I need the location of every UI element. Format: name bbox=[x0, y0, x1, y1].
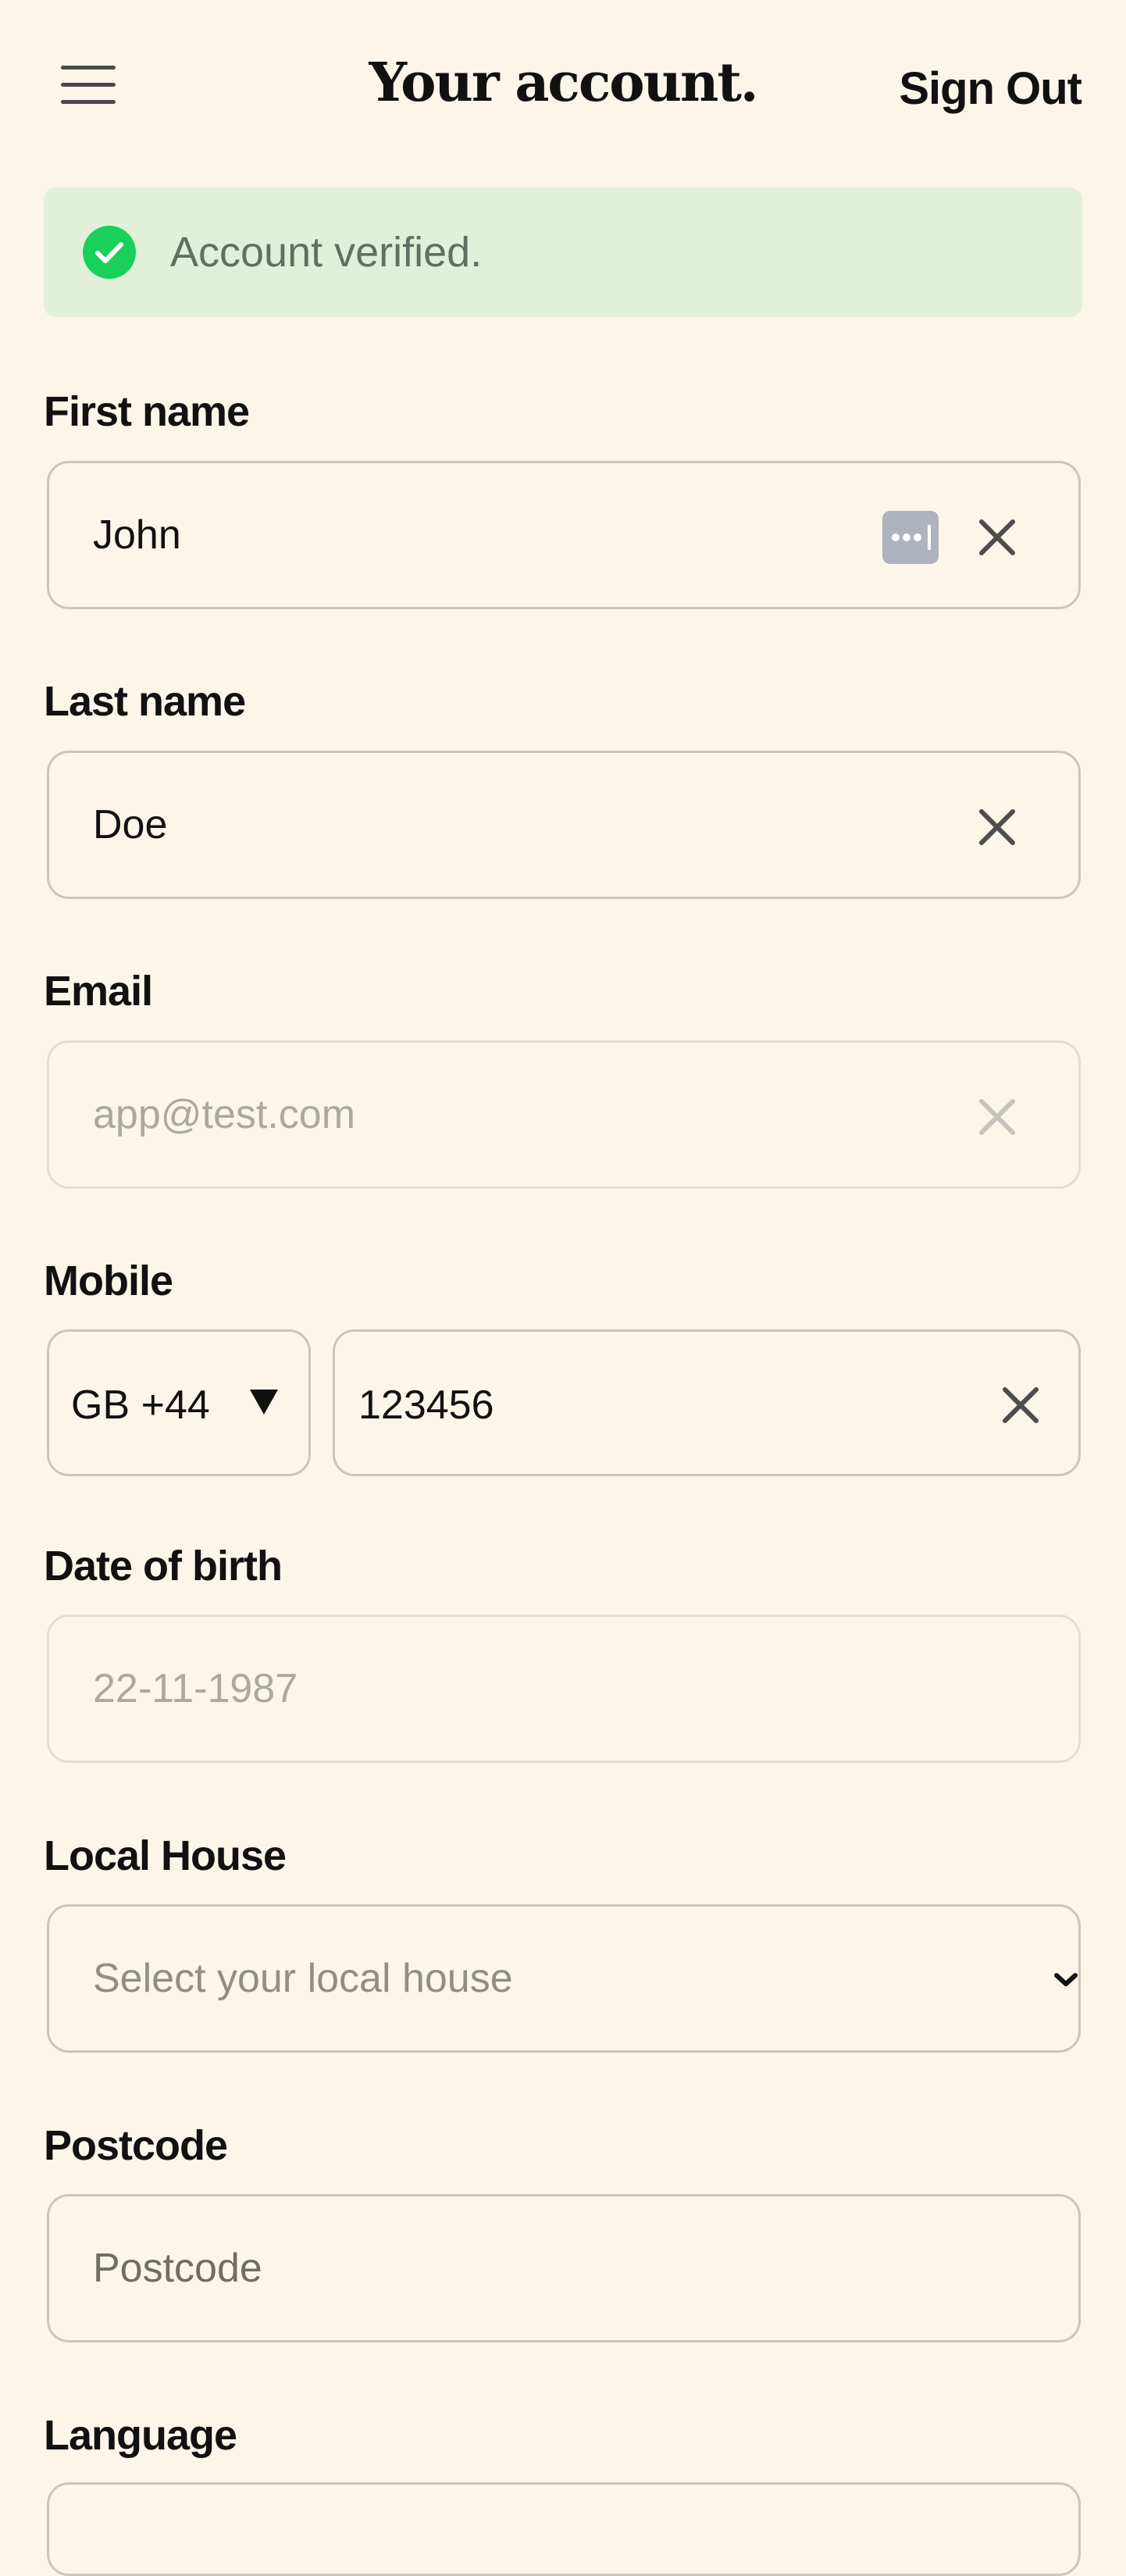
dropdown-triangle-icon bbox=[250, 1390, 278, 1415]
clear-email-icon bbox=[974, 1094, 1021, 1140]
mobile-number-field[interactable]: 123456 bbox=[333, 1329, 1081, 1476]
dob-label: Date of birth bbox=[44, 1543, 283, 1589]
banner-text: Account verified. bbox=[170, 229, 483, 276]
postcode-field[interactable]: Postcode bbox=[47, 2194, 1081, 2342]
email-value: app@test.com bbox=[93, 1092, 356, 1137]
check-circle-icon bbox=[83, 226, 136, 279]
first-name-label: First name bbox=[44, 388, 250, 435]
postcode-placeholder: Postcode bbox=[93, 2246, 262, 2291]
email-field: app@test.com bbox=[47, 1040, 1081, 1189]
local-house-placeholder: Select your local house bbox=[93, 1956, 513, 2001]
clear-mobile-icon[interactable] bbox=[997, 1382, 1044, 1429]
language-select[interactable] bbox=[47, 2482, 1081, 2576]
last-name-label: Last name bbox=[44, 678, 246, 725]
email-label: Email bbox=[44, 968, 153, 1015]
clear-last-name-icon[interactable] bbox=[974, 804, 1021, 851]
first-name-value: John bbox=[93, 512, 181, 558]
mobile-number-value: 123456 bbox=[358, 1383, 494, 1428]
country-code-select[interactable]: GB +44 bbox=[47, 1329, 311, 1476]
clear-first-name-icon[interactable] bbox=[974, 514, 1021, 561]
last-name-value: Doe bbox=[93, 802, 168, 847]
postcode-label: Postcode bbox=[44, 2122, 228, 2169]
password-manager-icon[interactable] bbox=[882, 511, 939, 564]
sign-out-button[interactable]: Sign Out bbox=[899, 62, 1082, 115]
language-label: Language bbox=[44, 2412, 237, 2459]
last-name-field[interactable]: Doe bbox=[47, 751, 1081, 899]
chevron-down-icon bbox=[1054, 1973, 1078, 1986]
local-house-select[interactable]: Select your local house bbox=[47, 1904, 1081, 2053]
first-name-field[interactable]: John bbox=[47, 461, 1081, 609]
local-house-label: Local House bbox=[44, 1832, 287, 1879]
country-code-value: GB +44 bbox=[71, 1383, 210, 1428]
top-bar: Your account. Sign Out bbox=[0, 0, 1126, 172]
verified-banner: Account verified. bbox=[44, 187, 1082, 317]
mobile-label: Mobile bbox=[44, 1258, 173, 1304]
dob-field: 22-11-1987 bbox=[47, 1614, 1081, 1763]
dob-value: 22-11-1987 bbox=[93, 1666, 298, 1711]
